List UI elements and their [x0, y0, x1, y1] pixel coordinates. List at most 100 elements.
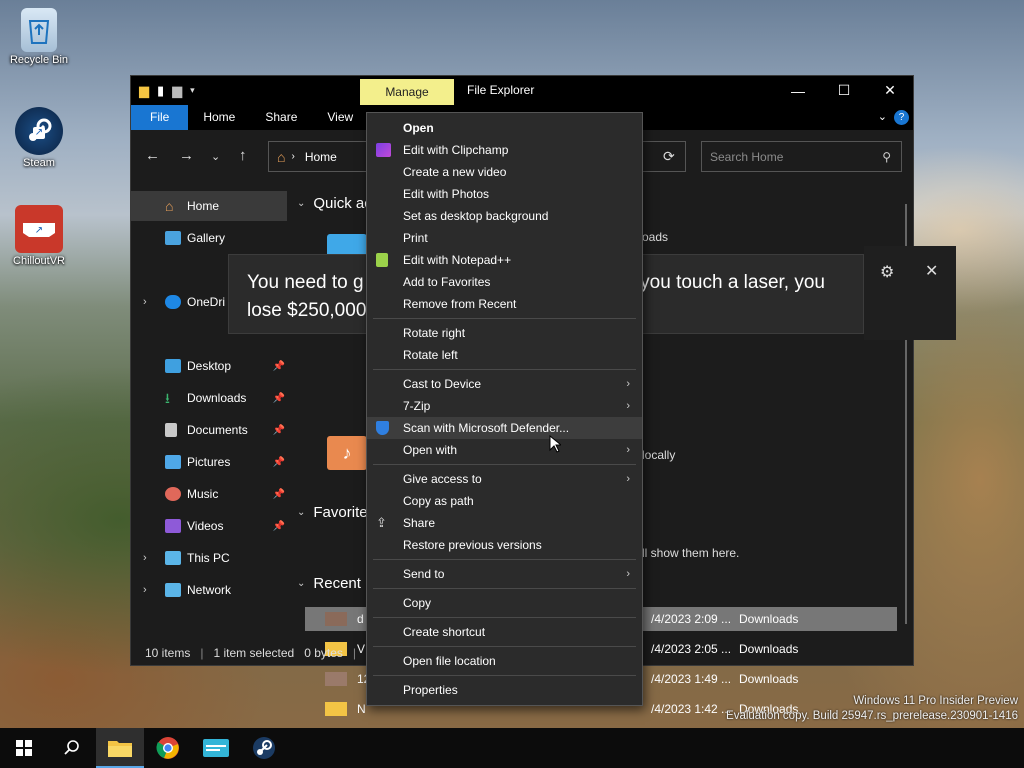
- onedrive-icon: [165, 295, 181, 309]
- search-input[interactable]: [710, 149, 860, 164]
- nav-item-music[interactable]: Music 📌: [131, 479, 287, 509]
- menu-item-properties[interactable]: Properties: [367, 679, 642, 701]
- taskbar-steam[interactable]: [240, 728, 288, 768]
- help-icon[interactable]: ?: [894, 110, 909, 125]
- folder-icon[interactable]: ▆: [139, 83, 149, 99]
- nav-label: Music: [187, 487, 219, 501]
- menu-item-create-video[interactable]: Create a new video: [367, 161, 642, 183]
- nav-item-this-pc[interactable]: › This PC: [131, 543, 287, 573]
- music-icon: [165, 487, 181, 501]
- section-favorites[interactable]: ⌄ Favorites: [297, 504, 375, 521]
- menu-item-open-with[interactable]: Open with ›: [367, 439, 642, 461]
- menu-item-edit-clipchamp[interactable]: Edit with Clipchamp: [367, 139, 642, 161]
- menu-item-copy[interactable]: Copy: [367, 592, 642, 614]
- menu-item-share[interactable]: ⇪ Share: [367, 512, 642, 534]
- folder-icon: [325, 702, 347, 716]
- menu-item-7zip[interactable]: 7-Zip ›: [367, 395, 642, 417]
- menu-item-edit-photos[interactable]: Edit with Photos: [367, 183, 642, 205]
- close-button[interactable]: ✕: [867, 76, 913, 105]
- nav-item-desktop[interactable]: Desktop 📌: [131, 351, 287, 381]
- taskbar-chrome[interactable]: [144, 728, 192, 768]
- search-box[interactable]: ⚲: [701, 141, 902, 172]
- expand-chevron-icon[interactable]: ›: [143, 296, 147, 308]
- section-title: Quick ac: [313, 195, 372, 212]
- desktop-icon-recycle-bin[interactable]: Recycle Bin: [4, 8, 74, 66]
- menu-label: Create shortcut: [403, 625, 486, 639]
- menu-label: 7-Zip: [403, 399, 431, 413]
- maximize-button[interactable]: ☐: [821, 76, 867, 105]
- tab-share[interactable]: Share: [250, 105, 312, 130]
- nav-item-pictures[interactable]: Pictures 📌: [131, 447, 287, 477]
- menu-item-create-shortcut[interactable]: Create shortcut: [367, 621, 642, 643]
- menu-item-open-file-location[interactable]: Open file location: [367, 650, 642, 672]
- gear-icon[interactable]: ⚙: [880, 262, 894, 282]
- expand-chevron-icon[interactable]: ›: [143, 552, 147, 564]
- nav-item-documents[interactable]: Documents 📌: [131, 415, 287, 445]
- expand-ribbon-icon[interactable]: ⌄: [878, 110, 887, 123]
- menu-separator: [373, 464, 636, 465]
- nav-item-home[interactable]: ⌂ Home: [131, 191, 287, 221]
- tab-view[interactable]: View: [312, 105, 368, 130]
- expand-chevron-icon[interactable]: ›: [143, 584, 147, 596]
- notification-side-panel: [864, 246, 956, 340]
- tab-home[interactable]: Home: [188, 105, 250, 130]
- nav-item-gallery[interactable]: Gallery: [131, 223, 287, 253]
- chevron-down-icon[interactable]: ▾: [190, 85, 195, 96]
- close-icon[interactable]: ✕: [925, 261, 938, 281]
- menu-label: Give access to: [403, 472, 482, 486]
- search-button[interactable]: [48, 728, 96, 768]
- menu-item-rotate-left[interactable]: Rotate left: [367, 344, 642, 366]
- breadcrumb-chevron-icon: ›: [291, 151, 295, 162]
- breadcrumb-home[interactable]: Home: [305, 150, 337, 164]
- file-name: N: [357, 702, 366, 716]
- nav-item-videos[interactable]: Videos 📌: [131, 511, 287, 541]
- submenu-arrow-icon: ›: [626, 444, 630, 456]
- menu-item-cast-to-device[interactable]: Cast to Device ›: [367, 373, 642, 395]
- nav-label: This PC: [187, 551, 230, 565]
- menu-item-rotate-right[interactable]: Rotate right: [367, 322, 642, 344]
- menu-item-restore-versions[interactable]: Restore previous versions: [367, 534, 642, 556]
- back-button[interactable]: ←: [145, 147, 160, 164]
- section-recent[interactable]: ⌄ Recent: [297, 575, 361, 592]
- up-button[interactable]: ↑: [239, 147, 247, 164]
- nav-item-network[interactable]: › Network: [131, 575, 287, 605]
- minimize-button[interactable]: —: [775, 76, 821, 105]
- menu-item-open[interactable]: Open: [367, 117, 642, 139]
- quick-access-toolbar: ▆ ▮ ▆ ▾: [131, 83, 195, 99]
- desktop-icon-chilloutvr[interactable]: ↗ ChilloutVR: [4, 205, 74, 267]
- menu-item-print[interactable]: Print: [367, 227, 642, 249]
- section-quick-access[interactable]: ⌄ Quick ac: [297, 195, 372, 212]
- forward-button[interactable]: →: [179, 147, 194, 164]
- menu-item-set-background[interactable]: Set as desktop background: [367, 205, 642, 227]
- refresh-button[interactable]: ⟳: [663, 148, 675, 165]
- nav-label: Gallery: [187, 231, 226, 245]
- new-folder-icon[interactable]: ▆: [172, 83, 182, 99]
- steam-icon: [253, 737, 275, 759]
- nav-label: Downloads: [187, 391, 247, 405]
- desktop-icon-steam[interactable]: ↗ Steam: [4, 107, 74, 169]
- menu-item-edit-notepad[interactable]: Edit with Notepad++: [367, 249, 642, 271]
- pin-icon: 📌: [272, 392, 285, 404]
- menu-separator: [373, 646, 636, 647]
- nav-item-downloads[interactable]: ⭳ Downloads 📌: [131, 383, 287, 413]
- submenu-arrow-icon: ›: [626, 378, 630, 390]
- app-window-icon: [203, 739, 229, 757]
- properties-icon[interactable]: ▮: [157, 83, 164, 99]
- recent-locations-button[interactable]: ⌄: [211, 150, 220, 163]
- menu-item-scan-defender[interactable]: Scan with Microsoft Defender...: [367, 417, 642, 439]
- menu-item-remove-recent[interactable]: Remove from Recent: [367, 293, 642, 315]
- taskbar-file-explorer[interactable]: [96, 728, 144, 768]
- start-button[interactable]: [0, 728, 48, 768]
- taskbar-app[interactable]: [192, 728, 240, 768]
- manage-tab[interactable]: Manage: [360, 79, 454, 105]
- collapse-chevron-icon: ⌄: [297, 578, 306, 589]
- notepad-plus-plus-icon: [376, 253, 388, 267]
- tab-file[interactable]: File: [131, 105, 189, 130]
- menu-item-copy-as-path[interactable]: Copy as path: [367, 490, 642, 512]
- menu-separator: [373, 559, 636, 560]
- menu-item-add-favorites[interactable]: Add to Favorites: [367, 271, 642, 293]
- menu-item-give-access[interactable]: Give access to ›: [367, 468, 642, 490]
- menu-item-send-to[interactable]: Send to ›: [367, 563, 642, 585]
- quick-music-folder-icon[interactable]: ♪: [327, 436, 367, 470]
- menu-label: Edit with Clipchamp: [403, 143, 509, 157]
